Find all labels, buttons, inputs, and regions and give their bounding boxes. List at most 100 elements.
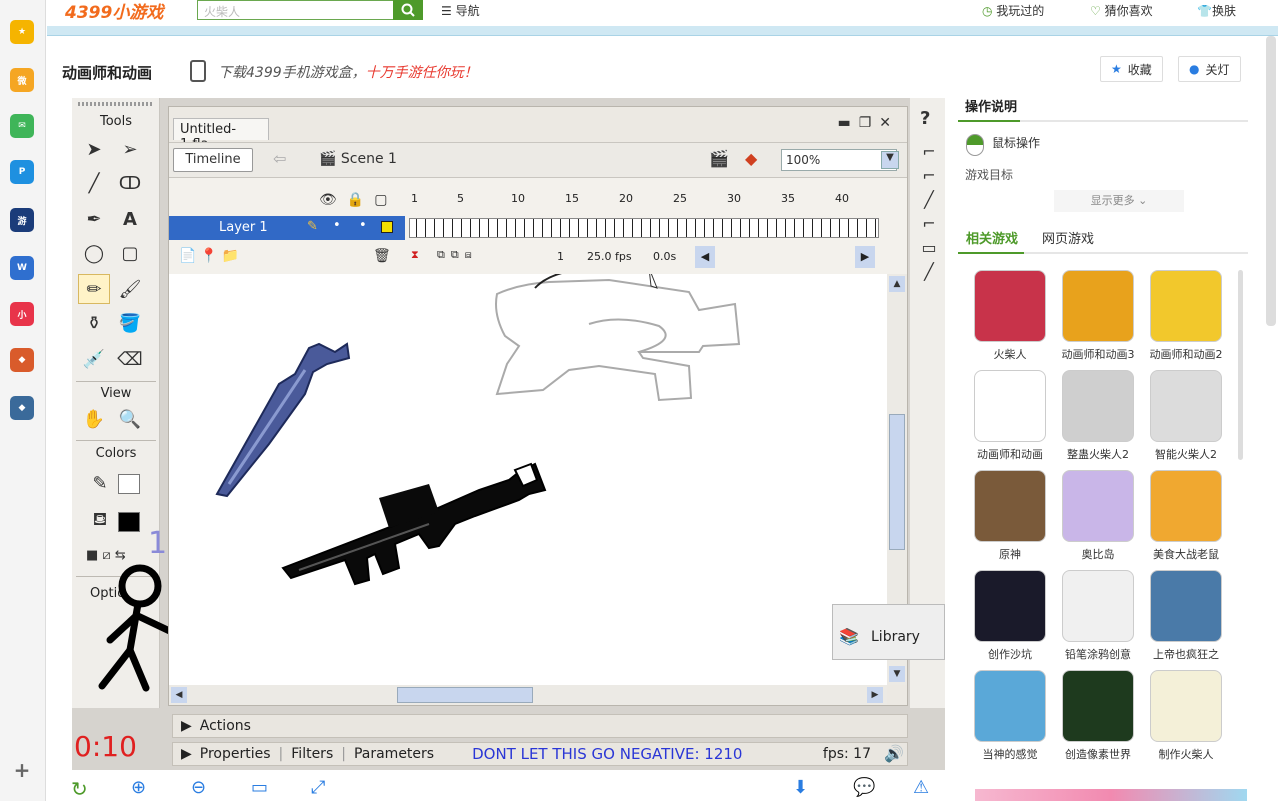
brush-tool-icon[interactable]: 🖌 bbox=[114, 274, 146, 304]
stroke-color-icon[interactable]: ✎ bbox=[84, 468, 116, 498]
site-logo[interactable]: 4399小游戏 bbox=[65, 0, 163, 23]
zoom-out-icon[interactable]: ⊖ bbox=[191, 777, 213, 799]
mail-icon[interactable]: ✉ bbox=[10, 114, 34, 138]
p-icon[interactable]: P bbox=[10, 160, 34, 184]
fill-color-icon[interactable]: ⛾ bbox=[84, 506, 116, 536]
guess-link[interactable]: ♡ 猜你喜欢 bbox=[1090, 2, 1153, 19]
visible-dot[interactable]: • bbox=[333, 218, 341, 233]
properties-tab[interactable]: Properties bbox=[200, 746, 271, 762]
edit-symbol-icon[interactable]: ◆ bbox=[745, 149, 757, 168]
favorite-button[interactable]: ★ 收藏 bbox=[1100, 56, 1163, 82]
outline-swatch[interactable] bbox=[381, 221, 393, 233]
add-icon[interactable]: + bbox=[10, 758, 34, 782]
window-icon[interactable]: ▭ bbox=[251, 777, 273, 799]
scroll-thumb[interactable] bbox=[889, 414, 905, 550]
eyedropper-icon[interactable]: 💉 bbox=[78, 344, 110, 374]
ad-banner[interactable] bbox=[975, 789, 1247, 801]
layer-buttons[interactable]: 📄📍📁 bbox=[179, 248, 243, 264]
game-app-icon[interactable]: 游 bbox=[10, 208, 34, 232]
oval-tool-icon[interactable]: ◯ bbox=[78, 238, 110, 268]
help-icon[interactable]: ? bbox=[920, 108, 930, 129]
word-icon[interactable]: W bbox=[10, 256, 34, 280]
scroll-up-icon[interactable]: ▲ bbox=[889, 276, 905, 292]
game-thumbnail[interactable] bbox=[1062, 670, 1134, 742]
search-input[interactable]: 火柴人 bbox=[197, 0, 395, 20]
stage-canvas[interactable] bbox=[169, 274, 887, 685]
rect-tool-icon[interactable]: ▢ bbox=[114, 238, 146, 268]
game-thumbnail[interactable] bbox=[1062, 270, 1134, 342]
game-tile[interactable]: 智能火柴人2 bbox=[1142, 370, 1230, 462]
star-icon[interactable]: ★ bbox=[10, 20, 34, 44]
redbox-icon[interactable]: 小 bbox=[10, 302, 34, 326]
zoom-in-icon[interactable]: ⊕ bbox=[131, 777, 153, 799]
game-tile[interactable]: 原神 bbox=[966, 470, 1054, 562]
document-tab[interactable]: Untitled-1.fla bbox=[173, 118, 269, 152]
show-more-button[interactable]: 显示更多 ⌄ bbox=[1054, 190, 1184, 212]
scroll-left-icon[interactable]: ◀ bbox=[171, 687, 187, 703]
scroll-left-icon[interactable]: ◀ bbox=[695, 246, 715, 268]
game-thumbnail[interactable] bbox=[1150, 270, 1222, 342]
page-scrollbar[interactable] bbox=[1266, 36, 1276, 326]
gun-sketch[interactable] bbox=[489, 274, 769, 404]
game-tile[interactable]: 美食大战老鼠 bbox=[1142, 470, 1230, 562]
arrow-tool-icon[interactable]: ➤ bbox=[78, 134, 110, 164]
game-thumbnail[interactable] bbox=[1062, 370, 1134, 442]
download-icon[interactable]: ⬇ bbox=[793, 777, 815, 799]
game-thumbnail[interactable] bbox=[1150, 670, 1222, 742]
tab-related[interactable]: 相关游戏 bbox=[966, 228, 1018, 247]
search-button[interactable] bbox=[393, 0, 423, 20]
fill-color-swatch[interactable] bbox=[118, 512, 140, 532]
game-tile[interactable]: 当神的感觉 bbox=[966, 670, 1054, 762]
game-tile[interactable]: 上帝也疯狂之 bbox=[1142, 570, 1230, 662]
parameters-tab[interactable]: Parameters bbox=[354, 746, 434, 762]
game2-icon[interactable]: ◆ bbox=[10, 348, 34, 372]
lock-dot[interactable]: • bbox=[359, 218, 367, 233]
weapon-tool-icons[interactable]: ⌐ ⌐ ╱ ⌐ ▭ ╱ bbox=[918, 140, 940, 284]
game-thumbnail[interactable] bbox=[1062, 570, 1134, 642]
fullscreen-icon[interactable]: ⤢ bbox=[311, 777, 333, 799]
played-link[interactable]: ◷ 我玩过的 bbox=[982, 2, 1044, 19]
onion-icons[interactable]: ⧉⧉⧈ bbox=[437, 248, 478, 262]
game-tile[interactable]: 动画师和动画 bbox=[966, 370, 1054, 462]
frame-cells[interactable] bbox=[409, 218, 879, 238]
game-thumbnail[interactable] bbox=[1150, 470, 1222, 542]
game-tile[interactable]: 制作火柴人 bbox=[1142, 670, 1230, 762]
game-thumbnail[interactable] bbox=[974, 470, 1046, 542]
refresh-icon[interactable]: ↻ bbox=[71, 777, 93, 801]
scene-item[interactable]: 🎬 Scene 1 bbox=[319, 151, 397, 167]
game-thumbnail[interactable] bbox=[1150, 570, 1222, 642]
sidebar-scrollbar[interactable] bbox=[1238, 270, 1243, 460]
lasso-tool-icon[interactable]: ↀ bbox=[114, 168, 146, 198]
game3-icon[interactable]: ◆ bbox=[10, 396, 34, 420]
game-thumbnail[interactable] bbox=[974, 370, 1046, 442]
edit-scene-icon[interactable]: 🎬 bbox=[709, 149, 729, 168]
game-tile[interactable]: 创作沙坑 bbox=[966, 570, 1054, 662]
paint-bucket-icon[interactable]: 🪣 bbox=[114, 308, 146, 338]
scroll-right-icon[interactable]: ▶ bbox=[855, 246, 875, 268]
library-panel[interactable]: 📚 Library bbox=[832, 604, 945, 660]
back-arrow-icon[interactable]: ⇦ bbox=[273, 149, 286, 168]
nav-menu[interactable]: ☰ 导航 bbox=[441, 2, 480, 19]
subselect-tool-icon[interactable]: ➢ bbox=[114, 134, 146, 164]
hand-tool-icon[interactable]: ✋ bbox=[78, 404, 110, 434]
game-canvas[interactable]: Tools ➤ ➢ ╱ ↀ ✒ A ◯ ▢ ✏ 🖌 ⚱ 🪣 💉 ⌫ View ✋… bbox=[72, 98, 945, 770]
text-tool-icon[interactable]: A bbox=[114, 204, 146, 234]
chevron-down-icon[interactable]: ▼ bbox=[881, 151, 899, 169]
line-tool-icon[interactable]: ╱ bbox=[78, 168, 110, 198]
properties-panel[interactable]: ▶ Properties | Filters | Parameters DONT L… bbox=[172, 742, 908, 766]
lights-off-button[interactable]: ● 关灯 bbox=[1178, 56, 1241, 82]
horizontal-scrollbar[interactable]: ◀ ▶ bbox=[169, 685, 887, 705]
game-thumbnail[interactable] bbox=[974, 670, 1046, 742]
hscroll-thumb[interactable] bbox=[397, 687, 533, 703]
game-tile[interactable]: 火柴人 bbox=[966, 270, 1054, 362]
scroll-down-icon[interactable]: ▼ bbox=[889, 666, 905, 682]
scroll-right-icon[interactable]: ▶ bbox=[867, 687, 883, 703]
speaker-icon[interactable]: 🔊 bbox=[884, 744, 904, 763]
game-tile[interactable]: 创造像素世界 bbox=[1054, 670, 1142, 762]
actions-panel[interactable]: ▶ Actions bbox=[172, 714, 908, 738]
game-tile[interactable]: 动画师和动画2 bbox=[1142, 270, 1230, 362]
launcher-weapon[interactable] bbox=[279, 450, 559, 590]
game-thumbnail[interactable] bbox=[974, 570, 1046, 642]
game-tile[interactable]: 整蛊火柴人2 bbox=[1054, 370, 1142, 462]
timeline-button[interactable]: Timeline bbox=[173, 148, 253, 172]
